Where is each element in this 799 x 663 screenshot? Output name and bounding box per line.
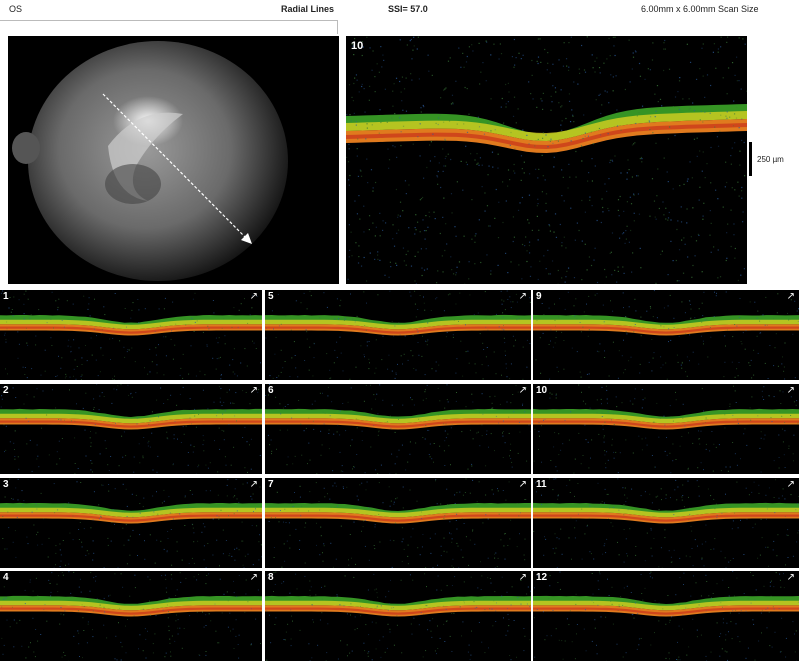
arrow-icon: ↗ — [249, 385, 258, 396]
arrow-icon: ↗ — [249, 291, 258, 302]
bscan-thumbnail[interactable]: 12 ↗ — [533, 571, 799, 661]
thumbnail-label: 7 — [268, 479, 274, 490]
scale-bar — [749, 142, 752, 176]
bscan-thumbnail[interactable]: 10 ↗ — [533, 384, 799, 474]
scale-label: 250 µm — [757, 155, 784, 164]
thumbnail-label: 1 — [3, 291, 9, 302]
bscan-thumbnail[interactable]: 9 ↗ — [533, 290, 799, 380]
thumbnail-label: 6 — [268, 385, 274, 396]
fundus-image — [8, 36, 339, 284]
thumbnail-label: 4 — [3, 572, 9, 583]
thumbnail-label: 10 — [536, 385, 548, 396]
arrow-icon: ↗ — [249, 572, 258, 583]
arrow-icon: ↗ — [786, 479, 795, 490]
thumbnail-label: 11 — [536, 479, 547, 490]
scan-size-label: 6.00mm x 6.00mm Scan Size — [641, 4, 759, 14]
arrow-icon: ↗ — [518, 572, 527, 583]
bscan-thumbnail[interactable]: 3 ↗ — [0, 478, 262, 568]
bscan-thumbnail[interactable]: 4 ↗ — [0, 571, 262, 661]
bscan-thumbnail[interactable]: 6 ↗ — [265, 384, 531, 474]
arrow-icon: ↗ — [786, 385, 795, 396]
scan-pattern-label: Radial Lines — [281, 4, 335, 14]
arrow-icon: ↗ — [249, 479, 258, 490]
header-divider-tick — [337, 20, 338, 34]
thumbnail-label: 12 — [536, 572, 548, 583]
main-scan-label: 10 — [351, 40, 364, 52]
thumbnail-label: 8 — [268, 572, 274, 583]
bscan-thumbnail[interactable]: 5 ↗ — [265, 290, 531, 380]
arrow-icon: ↗ — [518, 479, 527, 490]
eye-label: OS — [9, 4, 23, 14]
bscan-thumbnail[interactable]: 1 ↗ — [0, 290, 262, 380]
thumbnail-label: 9 — [536, 291, 542, 302]
header-divider — [0, 20, 338, 21]
bscan-thumbnail[interactable]: 7 ↗ — [265, 478, 531, 568]
arrow-icon: ↗ — [786, 291, 795, 302]
thumbnail-label: 2 — [3, 385, 9, 396]
arrow-icon: ↗ — [518, 385, 527, 396]
bscan-thumbnail[interactable]: 8 ↗ — [265, 571, 531, 661]
thumbnail-label: 5 — [268, 291, 274, 302]
thumbnail-label: 3 — [3, 479, 9, 490]
main-bscan: 10 — [346, 36, 747, 284]
ssi-label: SSI= 57.0 — [388, 4, 428, 14]
bscan-thumbnail[interactable]: 2 ↗ — [0, 384, 262, 474]
arrow-icon: ↗ — [518, 291, 527, 302]
bscan-thumbnail[interactable]: 11 ↗ — [533, 478, 799, 568]
arrow-icon: ↗ — [786, 572, 795, 583]
